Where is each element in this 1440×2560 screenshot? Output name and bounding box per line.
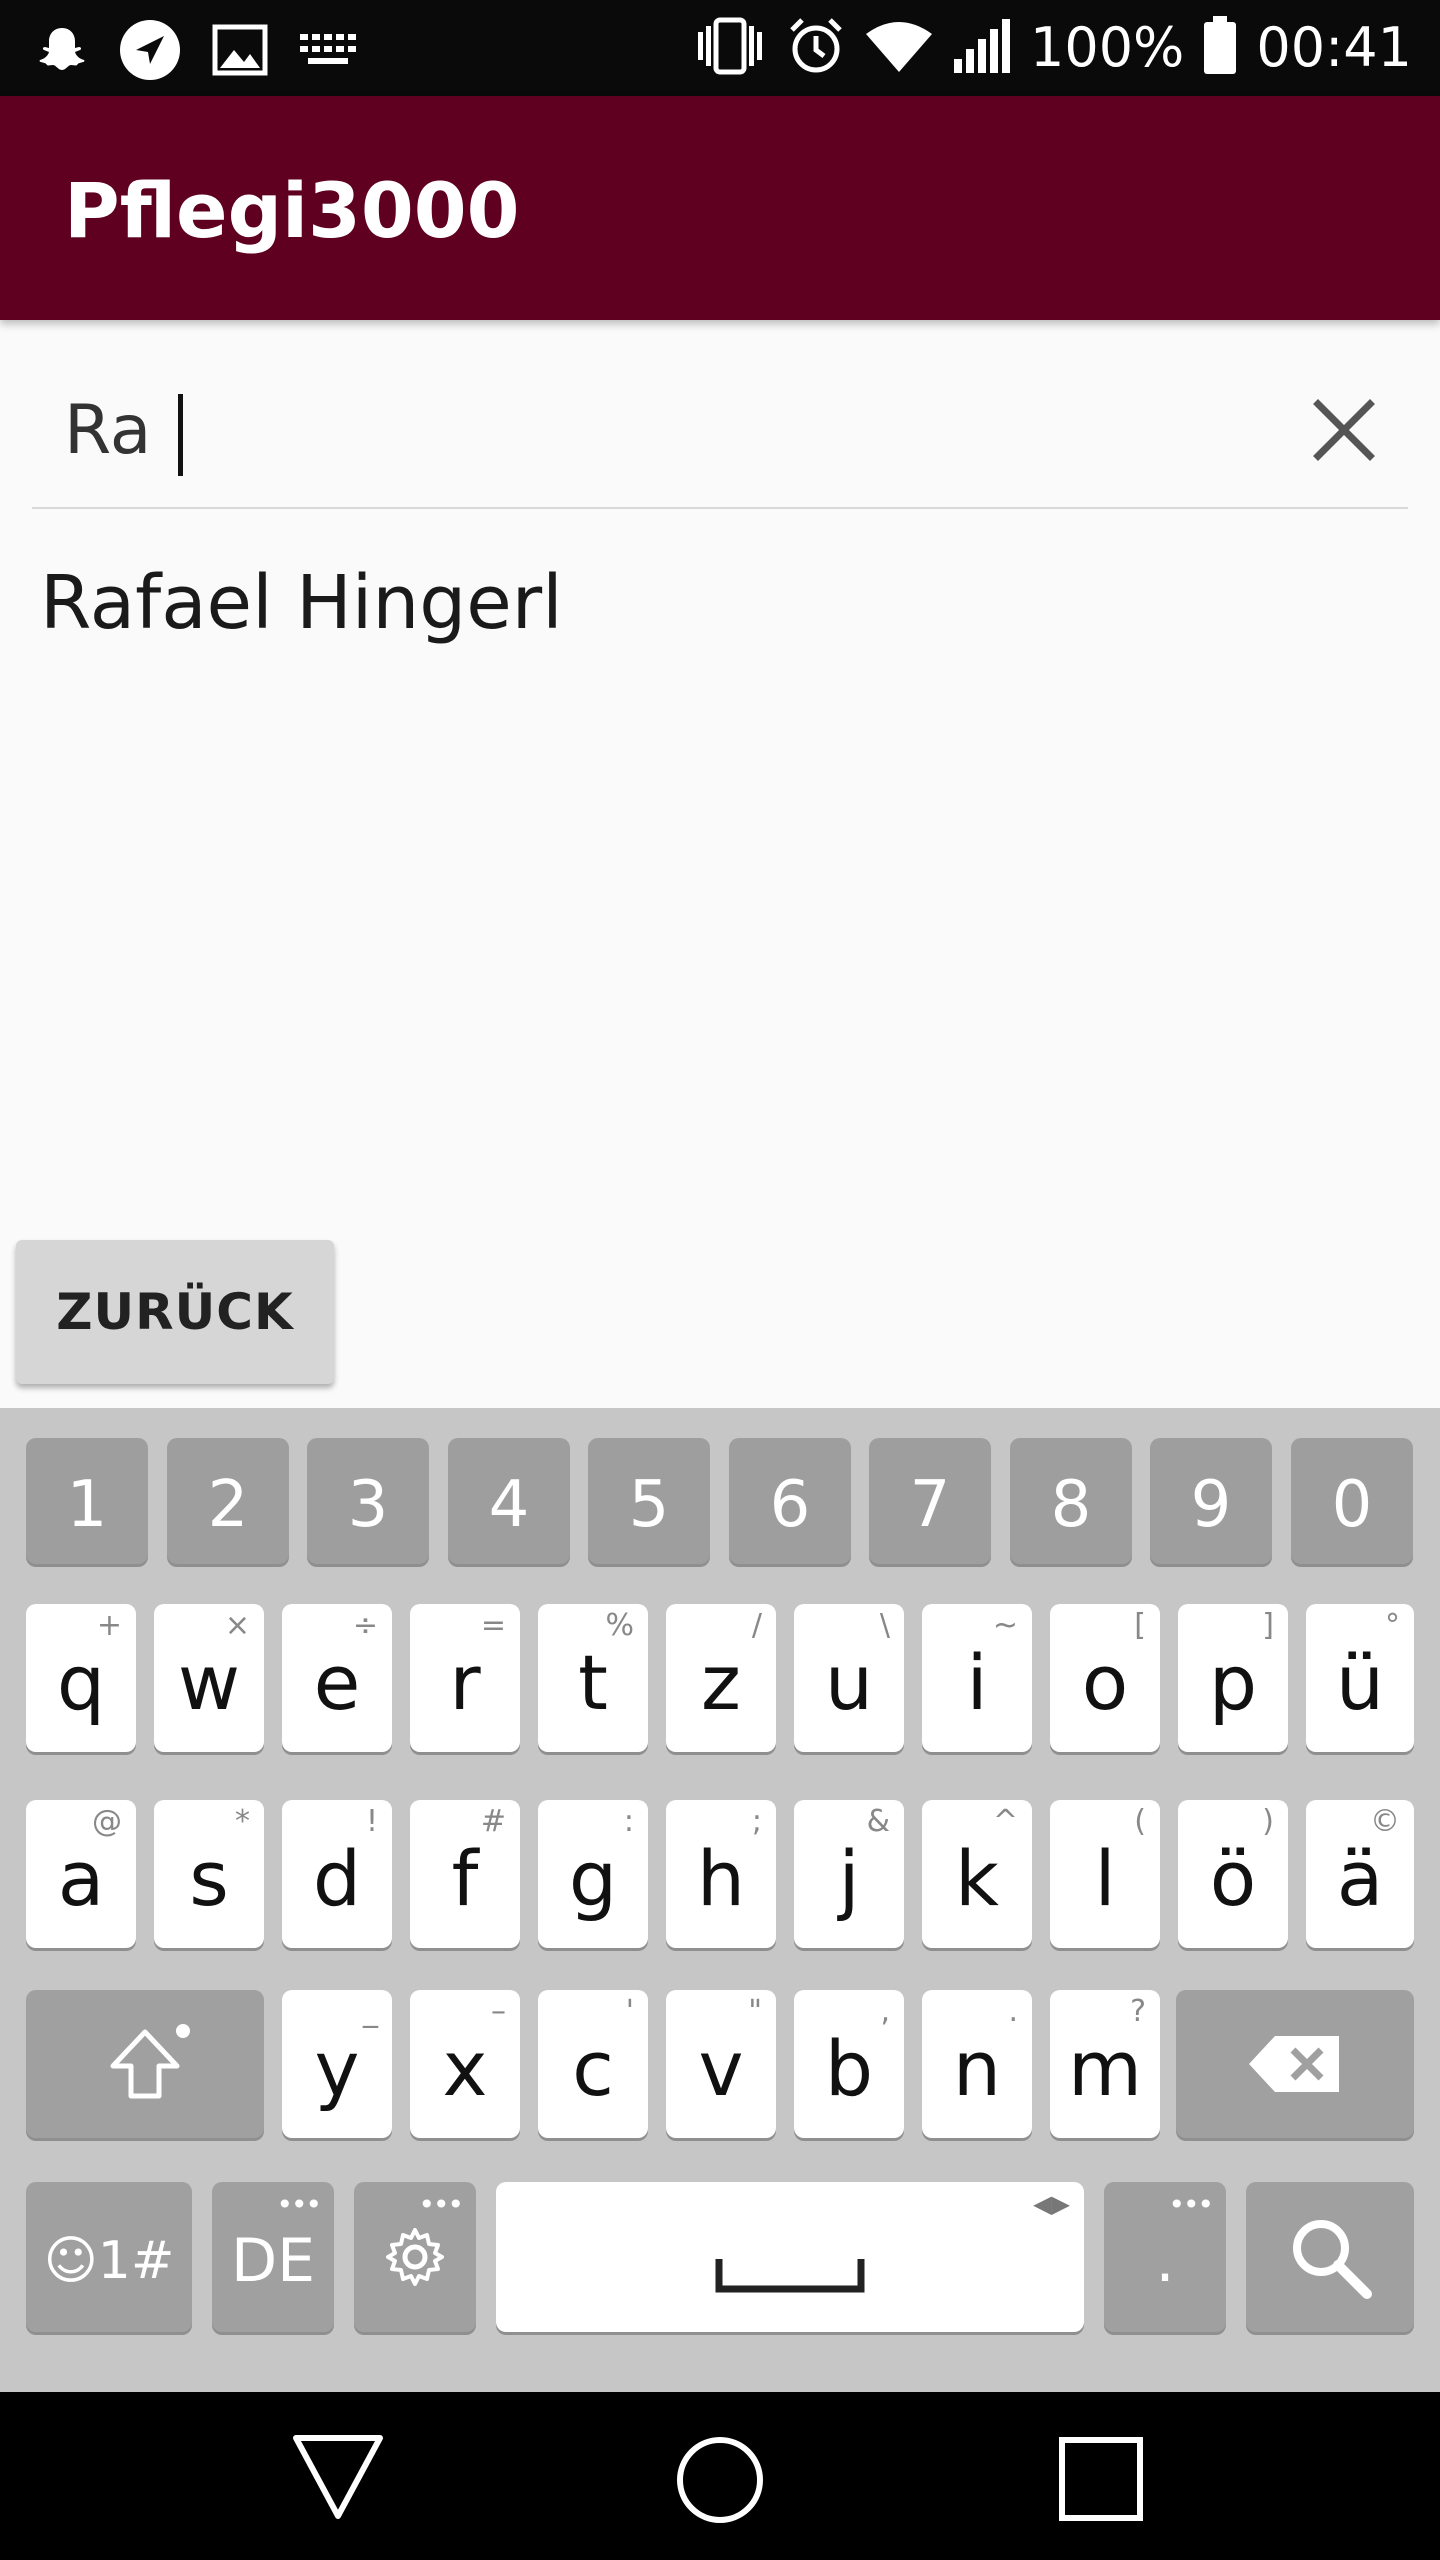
- key-v[interactable]: v ": [666, 1990, 776, 2138]
- key-f[interactable]: f #: [410, 1800, 520, 1948]
- key-c[interactable]: c ': [538, 1990, 648, 2138]
- image-icon: [212, 24, 268, 81]
- key-a[interactable]: a @: [26, 1800, 136, 1948]
- key-i[interactable]: i ~: [922, 1604, 1032, 1752]
- snapchat-icon: [36, 24, 88, 81]
- key-9[interactable]: 9: [1150, 1438, 1272, 1564]
- gear-icon: [386, 2228, 444, 2286]
- backspace-icon: [1249, 2036, 1339, 2092]
- search-divider: [32, 507, 1408, 509]
- search-key[interactable]: [1246, 2182, 1414, 2332]
- list-item-result[interactable]: Rafael Hingerl: [40, 560, 563, 646]
- more-dots-icon: •••: [1168, 2188, 1214, 2221]
- key-3[interactable]: 3: [307, 1438, 429, 1564]
- key-l[interactable]: l(: [1050, 1800, 1160, 1948]
- key-5[interactable]: 5: [588, 1438, 710, 1564]
- key-b[interactable]: b,: [794, 1990, 904, 2138]
- search-input[interactable]: [64, 380, 1164, 480]
- key-m[interactable]: m?: [1050, 1990, 1160, 2138]
- key-e[interactable]: e ÷: [282, 1604, 392, 1752]
- alarm-icon: [786, 16, 846, 81]
- shift-icon: [110, 2029, 180, 2099]
- key-7[interactable]: 7: [869, 1438, 991, 1564]
- battery-percentage: 100%: [1029, 16, 1185, 79]
- status-left-icons: [36, 18, 358, 87]
- key-d[interactable]: d!: [282, 1800, 392, 1948]
- key-z[interactable]: z /: [666, 1604, 776, 1752]
- key-t[interactable]: t%: [538, 1604, 648, 1752]
- key-u-umlaut[interactable]: ü °: [1306, 1604, 1414, 1752]
- clear-search-button[interactable]: [1294, 380, 1394, 480]
- signal-icon: [952, 17, 1012, 80]
- backspace-key[interactable]: [1176, 1990, 1414, 2138]
- key-o[interactable]: o[: [1050, 1604, 1160, 1752]
- key-h[interactable]: h;: [666, 1800, 776, 1948]
- keyboard-icon: [298, 30, 358, 75]
- text-cursor: [178, 394, 183, 476]
- status-bar: 100% 00:41: [0, 0, 1440, 96]
- back-triangle-icon[interactable]: [290, 2432, 386, 2522]
- recents-square-icon[interactable]: [1058, 2436, 1144, 2522]
- vibrate-icon: [692, 16, 768, 81]
- key-4[interactable]: 4: [448, 1438, 570, 1564]
- search-row: [32, 340, 1408, 510]
- home-circle-icon[interactable]: [672, 2432, 768, 2528]
- space-key[interactable]: ◀▶: [496, 2182, 1084, 2332]
- status-right-icons: 100% 00:41: [692, 14, 1412, 82]
- back-button[interactable]: ZURÜCK: [16, 1240, 334, 1384]
- period-key[interactable]: . •••: [1104, 2182, 1226, 2332]
- key-y[interactable]: y _: [282, 1990, 392, 2138]
- clock: 00:41: [1256, 16, 1412, 79]
- navigation-bar: [0, 2392, 1440, 2560]
- key-0[interactable]: 0: [1291, 1438, 1413, 1564]
- key-o-umlaut[interactable]: ö): [1178, 1800, 1288, 1948]
- key-r[interactable]: r =: [410, 1604, 520, 1752]
- key-k[interactable]: k ^: [922, 1800, 1032, 1948]
- key-1[interactable]: 1: [26, 1438, 148, 1564]
- key-q[interactable]: q +: [26, 1604, 136, 1752]
- key-p[interactable]: p]: [1178, 1604, 1288, 1752]
- space-bar-icon: [715, 2259, 865, 2293]
- key-8[interactable]: 8: [1010, 1438, 1132, 1564]
- key-w[interactable]: w ×: [154, 1604, 264, 1752]
- more-dots-icon: •••: [276, 2188, 322, 2221]
- key-a-umlaut[interactable]: ä ©: [1306, 1800, 1414, 1948]
- wifi-icon: [864, 18, 934, 79]
- shift-indicator-dot: [176, 2024, 190, 2038]
- cursor-arrows-icon: ◀▶: [1033, 2190, 1070, 2218]
- key-2[interactable]: 2: [167, 1438, 289, 1564]
- key-s[interactable]: s *: [154, 1800, 264, 1948]
- key-g[interactable]: g:: [538, 1800, 648, 1948]
- key-x[interactable]: x –: [410, 1990, 520, 2138]
- app-title: Pflegi3000: [64, 166, 520, 255]
- language-key[interactable]: DE •••: [212, 2182, 334, 2332]
- location-arrow-icon: [118, 18, 182, 87]
- close-icon: [1313, 399, 1375, 461]
- settings-key[interactable]: •••: [354, 2182, 476, 2332]
- key-j[interactable]: j &: [794, 1800, 904, 1948]
- key-6[interactable]: 6: [729, 1438, 851, 1564]
- battery-icon: [1202, 15, 1238, 81]
- more-dots-icon: •••: [418, 2188, 464, 2221]
- key-u[interactable]: u \: [794, 1604, 904, 1752]
- key-n[interactable]: n.: [922, 1990, 1032, 2138]
- shift-key[interactable]: [26, 1990, 264, 2138]
- search-icon: [1293, 2220, 1372, 2299]
- symbols-key[interactable]: ☺1#: [26, 2182, 192, 2332]
- soft-keyboard: 1 2 3 4 5 6 7 8 9 0 q + w × e ÷ r = t% z / u \…: [0, 1408, 1440, 2392]
- app-bar: Pflegi3000: [0, 96, 1440, 320]
